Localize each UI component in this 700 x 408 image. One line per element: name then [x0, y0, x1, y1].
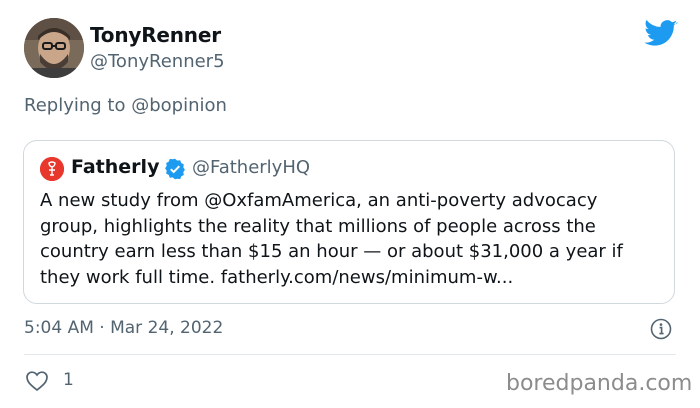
tweet-timestamp[interactable]: 5:04 AM · Mar 24, 2022 [24, 318, 223, 338]
replying-to-mention[interactable]: @bopinion [131, 95, 227, 116]
quoted-tweet-text: A new study from @OxfamAmerica, an anti-… [40, 188, 660, 290]
quoted-tweet-card[interactable]: Fatherly @FatherlyHQ A new study from @O… [23, 140, 675, 304]
quoted-display-name[interactable]: Fatherly [71, 156, 159, 178]
like-count: 1 [63, 370, 74, 390]
quoted-text-line: group, highlights the reality that milli… [40, 215, 596, 237]
heart-icon[interactable] [25, 370, 49, 392]
replying-to: Replying to @bopinion [24, 95, 227, 116]
quoted-handle[interactable]: @FatherlyHQ [192, 157, 310, 178]
quoted-text-line: country earn less than $15 an hour — or … [40, 241, 623, 262]
divider [24, 354, 676, 355]
quoted-text-line: they work full time. fatherly.com/news/m… [40, 266, 514, 288]
avatar-photo [24, 18, 84, 78]
twitter-bird-icon[interactable] [644, 20, 678, 48]
fatherly-logo-icon [40, 157, 64, 181]
verified-badge-icon [165, 158, 185, 180]
author-handle[interactable]: @TonyRenner5 [90, 51, 225, 72]
avatar[interactable] [24, 18, 84, 78]
info-icon[interactable] [650, 318, 672, 340]
author-display-name[interactable]: TonyRenner [90, 23, 221, 47]
replying-to-prefix: Replying to [24, 95, 132, 116]
quoted-text-line: A new study from @OxfamAmerica, an anti-… [40, 190, 598, 211]
watermark: boredpanda.com [506, 371, 693, 396]
